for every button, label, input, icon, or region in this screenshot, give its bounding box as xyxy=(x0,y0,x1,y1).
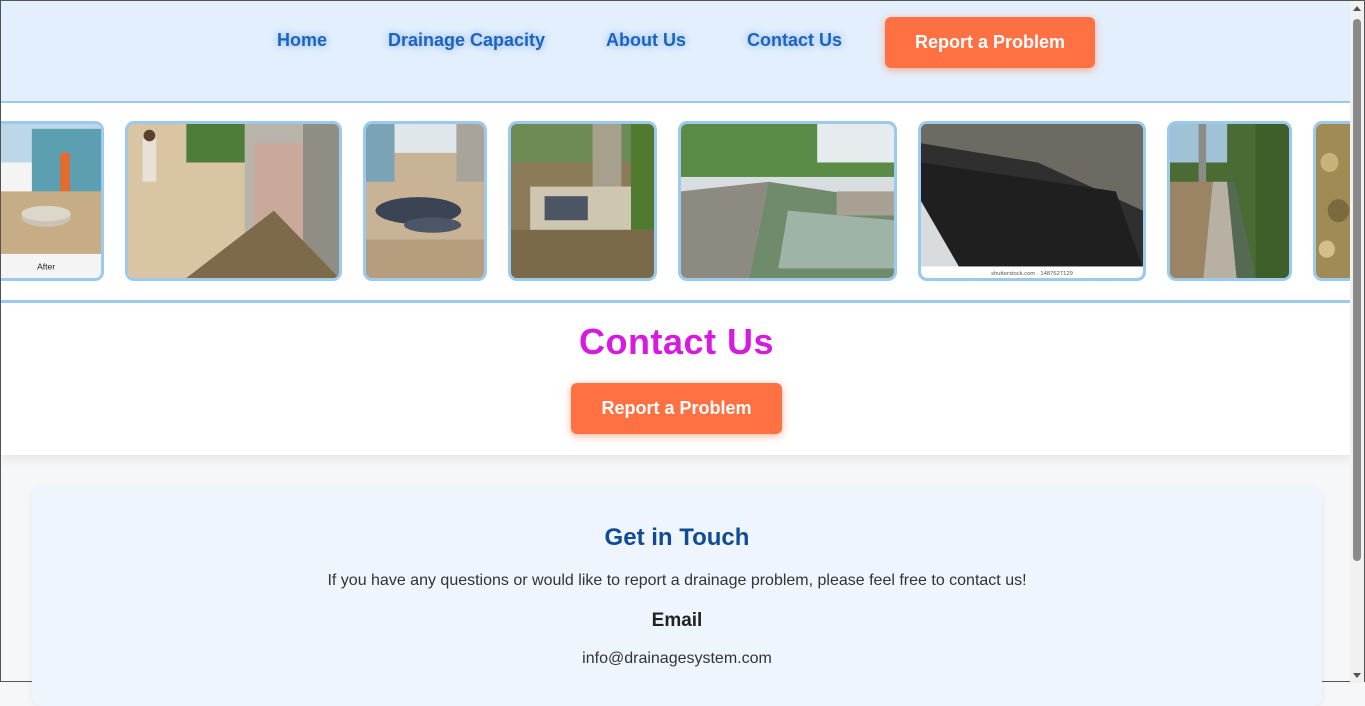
gallery-photo-1[interactable]: After xyxy=(1,121,104,281)
gallery-photo-4[interactable] xyxy=(508,121,657,281)
drainage-photo-gallery: After shutterstock.com · 1487627129 xyxy=(1,105,1352,303)
get-in-touch-card: Get in Touch If you have any questions o… xyxy=(32,486,1322,706)
email-label: Email xyxy=(651,610,703,631)
scroll-up-arrow-icon[interactable] xyxy=(1353,6,1361,11)
gallery-photo-caption: After xyxy=(37,261,55,271)
gallery-photo-8[interactable] xyxy=(1313,121,1352,281)
main-nav: Home Drainage Capacity About Us Contact … xyxy=(1,1,1352,103)
nav-link-contact[interactable]: Contact Us xyxy=(747,27,842,53)
vertical-scrollbar[interactable] xyxy=(1350,1,1364,683)
gallery-photo-3[interactable] xyxy=(363,121,487,281)
scrollbar-thumb[interactable] xyxy=(1353,19,1361,561)
gallery-photo-2[interactable] xyxy=(125,121,342,281)
gallery-photo-6[interactable]: shutterstock.com · 1487627129 xyxy=(918,121,1146,281)
scroll-down-arrow-icon[interactable] xyxy=(1353,673,1361,678)
get-in-touch-heading: Get in Touch xyxy=(604,524,750,551)
nav-report-problem-button[interactable]: Report a Problem xyxy=(885,17,1095,68)
gallery-photo-7[interactable] xyxy=(1167,121,1292,281)
nav-link-home[interactable]: Home xyxy=(277,27,327,53)
nav-link-drainage-capacity[interactable]: Drainage Capacity xyxy=(388,27,545,53)
email-address[interactable]: info@drainagesystem.com xyxy=(32,650,1322,668)
page-header-section: Home Drainage Capacity About Us Contact … xyxy=(1,1,1352,455)
gallery-photo-watermark: shutterstock.com · 1487627129 xyxy=(991,271,1073,277)
gallery-photo-5[interactable] xyxy=(678,121,897,281)
nav-link-about[interactable]: About Us xyxy=(606,27,686,53)
contact-page-title: Contact Us xyxy=(578,321,775,362)
get-in-touch-intro: If you have any questions or would like … xyxy=(327,572,1027,589)
contact-report-problem-button[interactable]: Report a Problem xyxy=(571,383,782,434)
